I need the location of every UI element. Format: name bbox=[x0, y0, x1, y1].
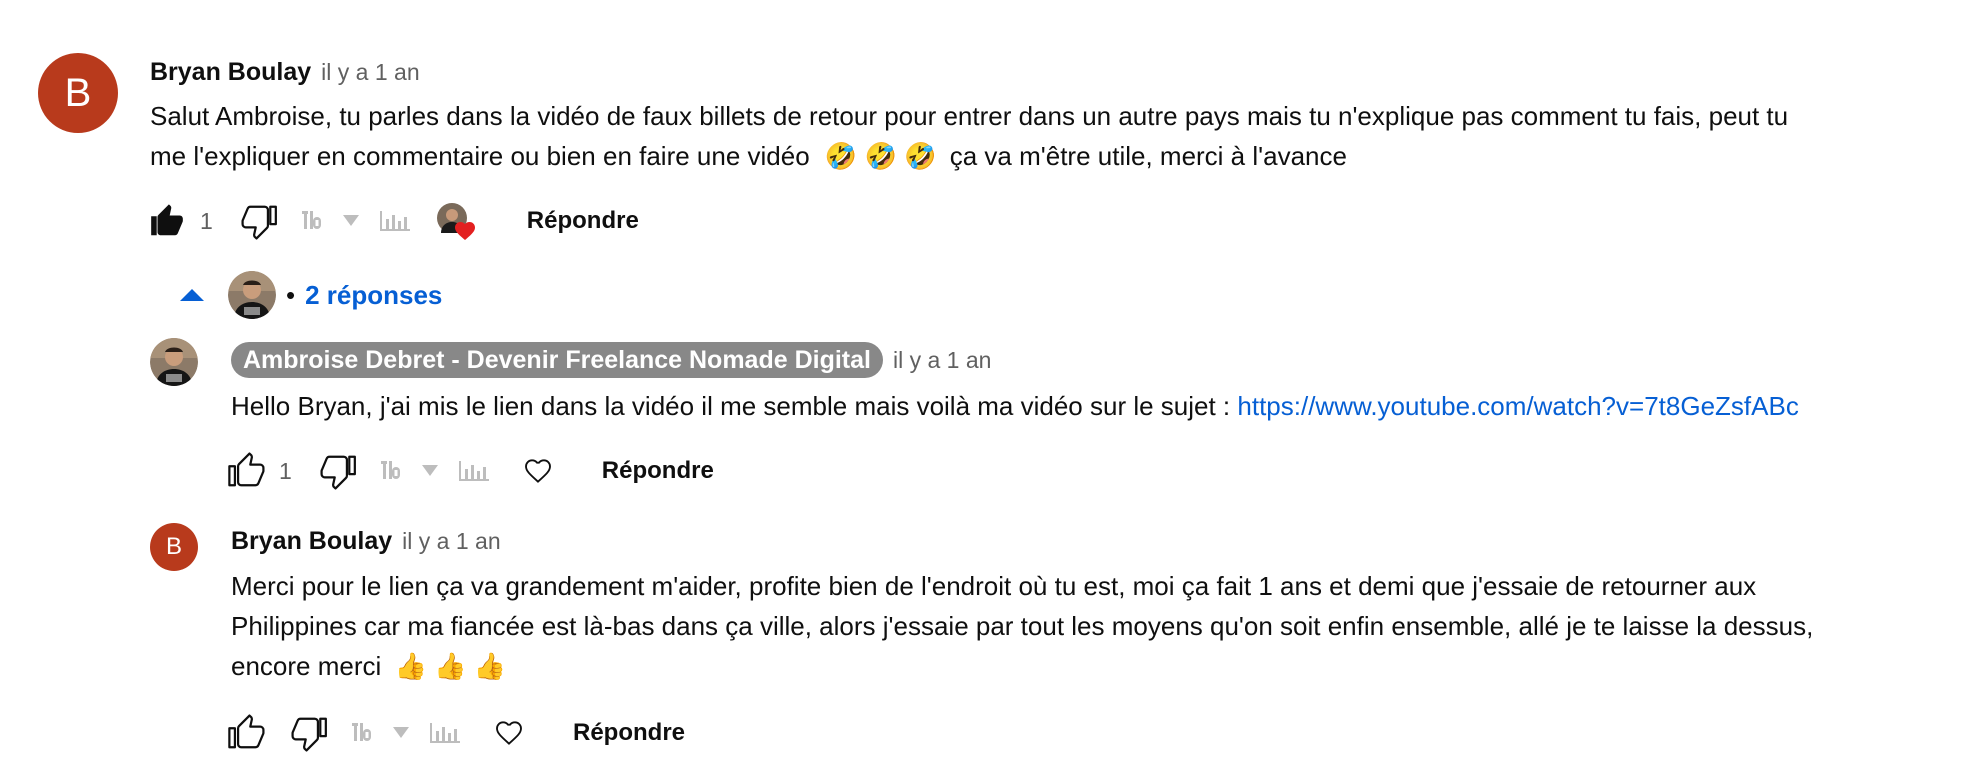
comment-date[interactable]: il y a 1 an bbox=[402, 528, 500, 555]
like-count: 1 bbox=[279, 457, 292, 484]
comment-header: Bryan Boulay il y a 1 an bbox=[150, 55, 420, 89]
caret-up-icon[interactable] bbox=[178, 285, 206, 305]
emoji-thumbs-up: 👍 bbox=[394, 651, 427, 681]
dislike-icon[interactable] bbox=[320, 452, 358, 490]
video-link[interactable]: https://www.youtube.com/watch?v=7t8GeZsf… bbox=[1237, 391, 1798, 421]
caret-down-icon[interactable] bbox=[389, 721, 413, 745]
avatar[interactable]: B bbox=[38, 53, 118, 133]
emoji-thumbs-up: 👍 bbox=[434, 651, 467, 681]
comment-date[interactable]: il y a 1 an bbox=[893, 347, 991, 374]
comment-text-segment: encore merci bbox=[231, 651, 382, 681]
like-icon[interactable] bbox=[227, 714, 265, 752]
comment-toolbar: Répondre bbox=[227, 708, 685, 758]
reply-button[interactable]: Répondre bbox=[602, 457, 714, 485]
caret-down-icon[interactable] bbox=[418, 459, 442, 483]
emoji-rofl: 🤣 bbox=[904, 141, 937, 171]
author-name[interactable]: Bryan Boulay bbox=[150, 58, 311, 87]
comment-text-segment: me l'expliquer en commentaire ou bien en… bbox=[150, 141, 810, 171]
comment-text-line: Salut Ambroise, tu parles dans la vidéo … bbox=[150, 101, 1789, 131]
dislike-icon[interactable] bbox=[291, 714, 329, 752]
like-filled-icon[interactable] bbox=[148, 202, 186, 240]
heart-outline-icon[interactable] bbox=[493, 717, 525, 749]
comment-text-line: Philippines car ma fiancée est là-bas da… bbox=[231, 611, 1814, 641]
like-icon[interactable] bbox=[227, 452, 265, 490]
author-name[interactable]: Bryan Boulay bbox=[231, 527, 392, 556]
heart-outline-icon[interactable] bbox=[522, 455, 554, 487]
comment-text-segment: ça va m'être utile, merci à l'avance bbox=[949, 141, 1347, 171]
reply-button[interactable]: Répondre bbox=[527, 207, 639, 235]
heart-icon bbox=[454, 222, 475, 240]
emoji-thumbs-up: 👍 bbox=[473, 651, 507, 681]
comment-text-line: me l'expliquer en commentaire ou bien en… bbox=[150, 136, 1930, 176]
comment-date[interactable]: il y a 1 an bbox=[321, 59, 419, 86]
owner-author-badge[interactable]: Ambroise Debret - Devenir Freelance Noma… bbox=[231, 342, 883, 378]
comment-header: Bryan Boulay il y a 1 an bbox=[231, 524, 501, 558]
replies-toggle[interactable]: • 2 réponses bbox=[178, 270, 442, 320]
avatar-letter: B bbox=[165, 533, 182, 560]
stats-icon[interactable] bbox=[456, 457, 492, 485]
tb-logo-icon[interactable] bbox=[301, 207, 333, 235]
creator-avatar-icon bbox=[228, 271, 276, 319]
caret-down-icon[interactable] bbox=[339, 209, 363, 233]
comment-toolbar: 1 Répondre bbox=[148, 196, 639, 246]
extension-tools bbox=[351, 719, 463, 747]
stats-icon[interactable] bbox=[377, 207, 413, 235]
stats-icon[interactable] bbox=[427, 719, 463, 747]
tb-logo-icon[interactable] bbox=[380, 457, 412, 485]
tb-logo-icon[interactable] bbox=[351, 719, 383, 747]
separator-bullet: • bbox=[286, 279, 296, 310]
extension-tools bbox=[380, 457, 492, 485]
avatar[interactable]: B bbox=[150, 523, 198, 571]
comment-text-line: Merci pour le lien ça va grandement m'ai… bbox=[231, 571, 1757, 601]
comment-thread: B Bryan Boulay il y a 1 an Salut Ambrois… bbox=[0, 0, 1980, 784]
comment-text: Hello Bryan, j'ai mis le lien dans la vi… bbox=[231, 386, 1951, 426]
reply-button[interactable]: Répondre bbox=[573, 719, 685, 747]
avatar-letter: B bbox=[64, 70, 92, 115]
replies-avatar bbox=[228, 271, 276, 319]
creator-heart-badge bbox=[435, 199, 479, 243]
comment-text-line: encore merci 👍 👍 👍 bbox=[231, 646, 1951, 686]
avatar[interactable] bbox=[150, 338, 198, 386]
like-count: 1 bbox=[200, 207, 213, 234]
dislike-icon[interactable] bbox=[241, 202, 279, 240]
replies-count-label[interactable]: 2 réponses bbox=[305, 280, 442, 311]
extension-tools bbox=[301, 207, 413, 235]
emoji-rofl: 🤣 bbox=[864, 141, 897, 171]
comment-text: Salut Ambroise, tu parles dans la vidéo … bbox=[150, 96, 1930, 176]
comment-text-segment: Hello Bryan, j'ai mis le lien dans la vi… bbox=[231, 391, 1238, 421]
emoji-rofl: 🤣 bbox=[824, 141, 858, 171]
comment-text: Merci pour le lien ça va grandement m'ai… bbox=[231, 566, 1951, 686]
comment-header: Ambroise Debret - Devenir Freelance Noma… bbox=[231, 340, 991, 380]
creator-avatar-icon bbox=[150, 338, 198, 386]
comment-toolbar: 1 Répondre bbox=[227, 446, 714, 496]
